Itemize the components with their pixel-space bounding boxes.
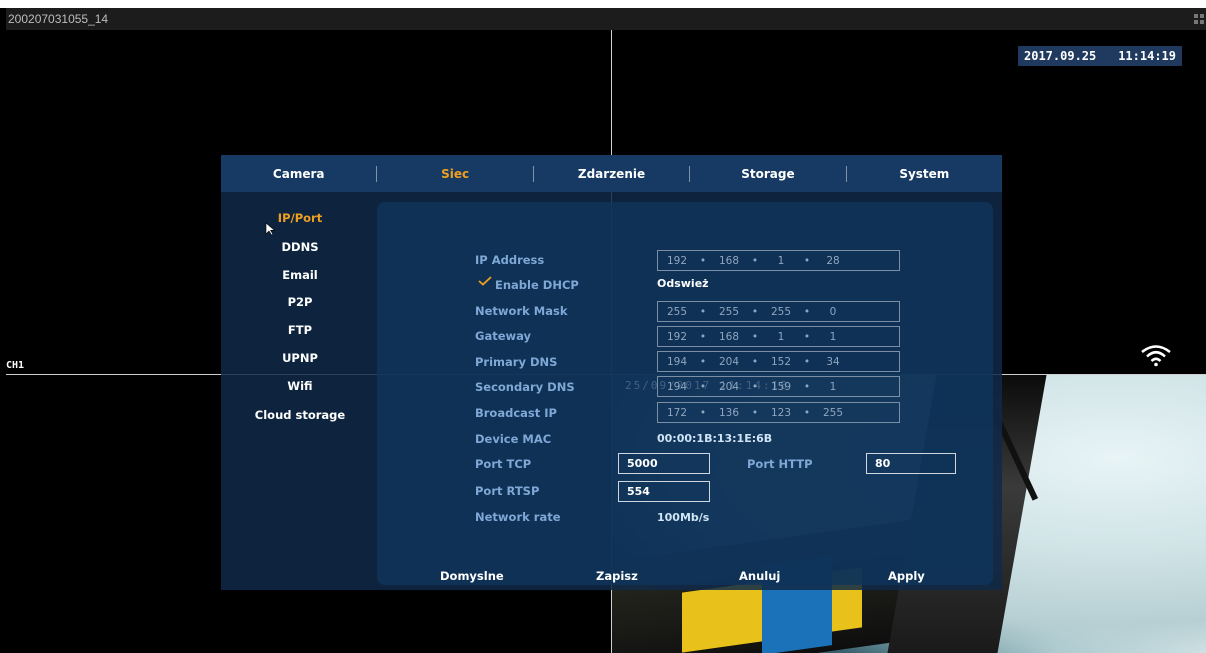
port-tcp-field[interactable]: 5000 bbox=[618, 453, 710, 474]
network-rate-label: Network rate bbox=[475, 510, 561, 524]
sidebar-item-upnp[interactable]: UPNP bbox=[221, 351, 379, 365]
save-button[interactable]: Zapisz bbox=[596, 569, 638, 583]
tab-system[interactable]: System bbox=[847, 167, 1002, 181]
device-mac-label: Device MAC bbox=[475, 432, 552, 446]
wifi-icon bbox=[1141, 345, 1171, 367]
ip-port-panel: 25/09/2017 11:14:18 IP Address 192 • 168 •… bbox=[377, 202, 993, 585]
primary-dns-field[interactable]: 194 • 204 • 152 • 34 bbox=[657, 351, 900, 372]
channel-label: CH1 bbox=[6, 360, 25, 371]
secondary-dns-label: Secondary DNS bbox=[475, 380, 575, 394]
network-settings-dialog: Camera Siec Zdarzenie Storage System IP/… bbox=[221, 155, 1002, 590]
gateway-label: Gateway bbox=[475, 329, 532, 343]
window-title-bar: 200207031055_14 bbox=[6, 8, 1206, 30]
osd-datetime: 2017.09.25 11:14:19 bbox=[1018, 46, 1182, 66]
apply-button[interactable]: Apply bbox=[888, 569, 925, 583]
tab-camera[interactable]: Camera bbox=[221, 167, 376, 181]
window-title: 200207031055_14 bbox=[8, 12, 109, 26]
broadcast-ip-field[interactable]: 172 • 136 • 123 • 255 bbox=[657, 402, 900, 423]
refresh-button[interactable]: Odswież bbox=[657, 277, 709, 290]
network-mask-field[interactable]: 255 • 255 • 255 • 0 bbox=[657, 301, 900, 322]
sidebar-item-ddns[interactable]: DDNS bbox=[221, 240, 379, 254]
secondary-dns-field[interactable]: 194 • 204 • 159 • 1 bbox=[657, 376, 900, 397]
sidebar-item-wifi[interactable]: Wifi bbox=[221, 379, 379, 393]
sidebar: IP/Port DDNS Email P2P FTP UPNP Wifi Clo… bbox=[221, 192, 379, 590]
device-mac-value: 00:00:1B:13:1E:6B bbox=[657, 432, 773, 445]
broadcast-ip-label: Broadcast IP bbox=[475, 406, 557, 420]
network-mask-label: Network Mask bbox=[475, 304, 568, 318]
cursor-icon bbox=[265, 222, 276, 236]
osd-time: 11:14:19 bbox=[1118, 49, 1176, 63]
osd-date: 2017.09.25 bbox=[1024, 49, 1097, 63]
enable-dhcp-label[interactable]: Enable DHCP bbox=[495, 278, 579, 292]
sidebar-item-cloud-storage[interactable]: Cloud storage bbox=[221, 408, 379, 422]
tab-storage[interactable]: Storage bbox=[690, 167, 845, 181]
top-strip bbox=[0, 0, 1206, 8]
ip-address-field[interactable]: 192 • 168 • 1 • 28 bbox=[657, 250, 900, 271]
cancel-button[interactable]: Anuluj bbox=[739, 569, 780, 583]
sidebar-item-email[interactable]: Email bbox=[221, 268, 379, 282]
port-rtsp-field[interactable]: 554 bbox=[618, 481, 710, 502]
gateway-field[interactable]: 192 • 168 • 1 • 1 bbox=[657, 326, 900, 347]
video-viewer: 200207031055_14 2017.09.25 11:14:19 CH1 … bbox=[6, 8, 1206, 653]
port-tcp-label: Port TCP bbox=[475, 457, 532, 471]
check-icon[interactable] bbox=[478, 276, 492, 286]
port-rtsp-label: Port RTSP bbox=[475, 484, 540, 498]
tab-bar: Camera Siec Zdarzenie Storage System bbox=[221, 155, 1002, 192]
network-rate-value: 100Mb/s bbox=[657, 511, 710, 524]
sidebar-item-ftp[interactable]: FTP bbox=[221, 323, 379, 337]
port-http-field[interactable]: 80 bbox=[866, 453, 956, 474]
primary-dns-label: Primary DNS bbox=[475, 355, 558, 369]
ip-address-label: IP Address bbox=[475, 253, 545, 267]
default-button[interactable]: Domyslne bbox=[440, 569, 504, 583]
tab-siec[interactable]: Siec bbox=[377, 167, 532, 181]
tab-zdarzenie[interactable]: Zdarzenie bbox=[534, 167, 689, 181]
sidebar-item-ip-port[interactable]: IP/Port bbox=[221, 211, 379, 225]
grip-icon[interactable] bbox=[1194, 14, 1204, 24]
port-http-label: Port HTTP bbox=[747, 457, 813, 471]
sidebar-item-p2p[interactable]: P2P bbox=[221, 295, 379, 309]
